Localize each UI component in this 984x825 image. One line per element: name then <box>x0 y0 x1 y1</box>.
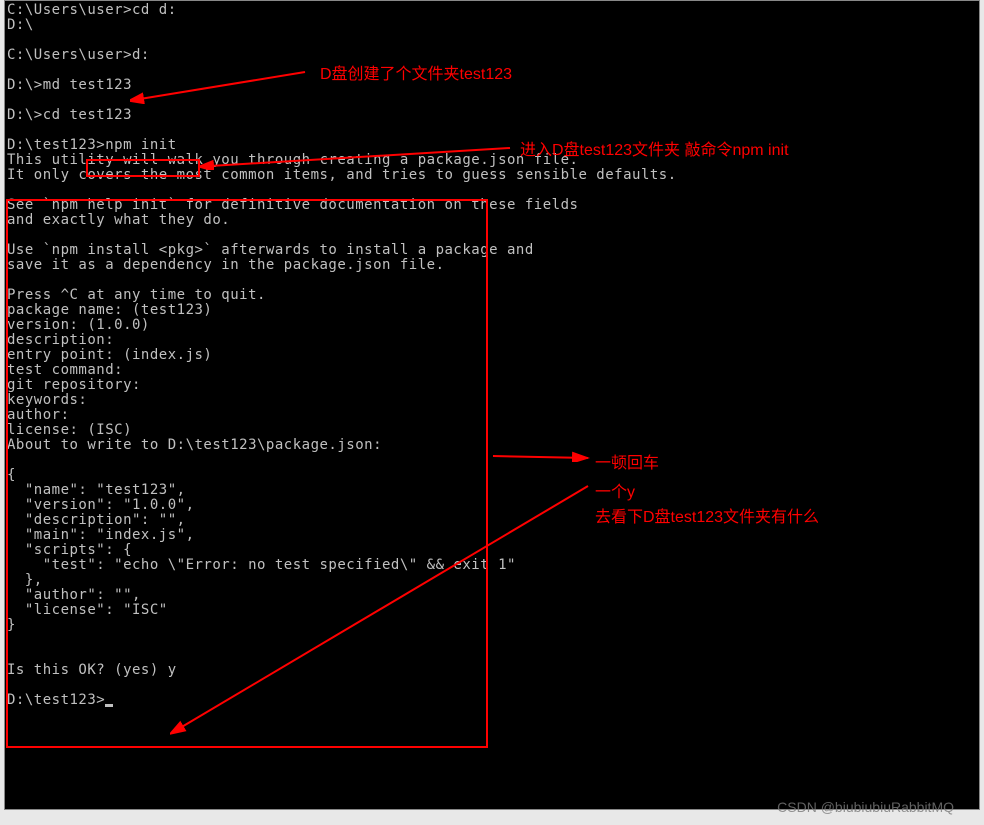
terminal-line <box>7 33 977 48</box>
terminal-line <box>7 678 977 693</box>
terminal-line: Press ^C at any time to quit. <box>7 288 977 303</box>
terminal-line: Is this OK? (yes) y <box>7 663 977 678</box>
terminal-line: Use `npm install <pkg>` afterwards to in… <box>7 243 977 258</box>
terminal-line <box>7 228 977 243</box>
terminal-line: "scripts": { <box>7 543 977 558</box>
terminal-line: "description": "", <box>7 513 977 528</box>
terminal-line: }, <box>7 573 977 588</box>
terminal-line: This utility will walk you through creat… <box>7 153 977 168</box>
terminal-line: "name": "test123", <box>7 483 977 498</box>
terminal-line: C:\Users\user>d: <box>7 48 977 63</box>
terminal-line <box>7 633 977 648</box>
terminal-line <box>7 273 977 288</box>
terminal-line: version: (1.0.0) <box>7 318 977 333</box>
terminal-line: "test": "echo \"Error: no test specified… <box>7 558 977 573</box>
terminal-line: D:\test123> <box>7 693 977 708</box>
terminal-line: "main": "index.js", <box>7 528 977 543</box>
terminal-line: } <box>7 618 977 633</box>
terminal-line: "license": "ISC" <box>7 603 977 618</box>
watermark: CSDN @biubiubiuRabbitMQ <box>777 799 954 815</box>
terminal-line <box>7 183 977 198</box>
terminal-line: D:\>cd test123 <box>7 108 977 123</box>
terminal-line: { <box>7 468 977 483</box>
terminal-line: and exactly what they do. <box>7 213 977 228</box>
terminal-line <box>7 453 977 468</box>
terminal-line: git repository: <box>7 378 977 393</box>
terminal-line: author: <box>7 408 977 423</box>
terminal-line: D:\test123>npm init <box>7 138 977 153</box>
cursor <box>105 704 113 707</box>
terminal-line: D:\>md test123 <box>7 78 977 93</box>
terminal-line: About to write to D:\test123\package.jso… <box>7 438 977 453</box>
terminal-line: See `npm help init` for definitive docum… <box>7 198 977 213</box>
terminal-line: keywords: <box>7 393 977 408</box>
terminal-line: description: <box>7 333 977 348</box>
terminal-line <box>7 123 977 138</box>
terminal-line: package name: (test123) <box>7 303 977 318</box>
terminal-line: "author": "", <box>7 588 977 603</box>
terminal-window[interactable]: C:\Users\user>cd d:D:\ C:\Users\user>d: … <box>4 0 980 810</box>
terminal-line: license: (ISC) <box>7 423 977 438</box>
terminal-line <box>7 648 977 663</box>
terminal-line <box>7 63 977 78</box>
terminal-line: "version": "1.0.0", <box>7 498 977 513</box>
terminal-line: It only covers the most common items, an… <box>7 168 977 183</box>
terminal-line: C:\Users\user>cd d: <box>7 3 977 18</box>
terminal-line: test command: <box>7 363 977 378</box>
terminal-line <box>7 93 977 108</box>
terminal-line: entry point: (index.js) <box>7 348 977 363</box>
terminal-line: save it as a dependency in the package.j… <box>7 258 977 273</box>
terminal-line: D:\ <box>7 18 977 33</box>
